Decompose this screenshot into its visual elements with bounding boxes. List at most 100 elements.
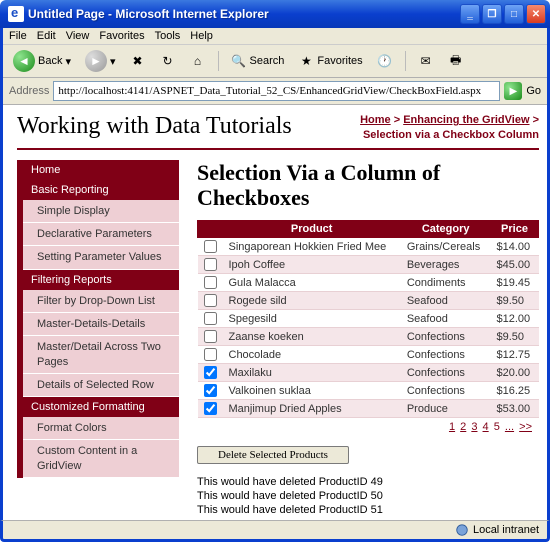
ie-icon xyxy=(8,6,24,22)
nav-item[interactable]: Filter by Drop-Down List xyxy=(23,290,179,313)
close-button[interactable]: ✕ xyxy=(526,4,546,24)
cell-category: Seafood xyxy=(401,310,491,328)
pager-current: 5 xyxy=(494,421,500,433)
dropdown-icon: ▾ xyxy=(65,55,71,68)
cell-product: Gula Malacca xyxy=(223,274,401,292)
grid-pager: 1 2 3 4 5 ... >> xyxy=(197,418,539,436)
site-title: Working with Data Tutorials xyxy=(17,113,292,140)
pager-page[interactable]: 3 xyxy=(471,421,477,433)
pager-page[interactable]: 1 xyxy=(449,421,455,433)
crumb-section[interactable]: Enhancing the GridView xyxy=(403,114,529,126)
forward-icon: ► xyxy=(85,50,107,72)
row-checkbox[interactable] xyxy=(204,330,217,343)
menu-tools[interactable]: Tools xyxy=(155,30,181,42)
cell-category: Confections xyxy=(401,382,491,400)
pager-page[interactable]: 4 xyxy=(483,421,489,433)
address-bar: Address ▶ Go xyxy=(3,78,547,105)
nav-item[interactable]: Custom Content in a GridView xyxy=(23,440,179,478)
breadcrumb: Home > Enhancing the GridView > Selectio… xyxy=(360,113,539,144)
menu-help[interactable]: Help xyxy=(190,30,213,42)
sidebar-nav: HomeBasic ReportingSimple DisplayDeclara… xyxy=(17,160,179,519)
mail-button[interactable]: ✉ xyxy=(414,51,438,71)
row-checkbox[interactable] xyxy=(204,240,217,253)
minimize-button[interactable]: ‗ xyxy=(460,4,480,24)
menu-edit[interactable]: Edit xyxy=(37,30,56,42)
search-button[interactable]: 🔍Search xyxy=(227,51,289,71)
back-button[interactable]: ◄ Back ▾ xyxy=(9,48,75,74)
row-checkbox[interactable] xyxy=(204,276,217,289)
maximize-button[interactable]: □ xyxy=(504,4,524,24)
address-input[interactable] xyxy=(53,81,500,101)
separator xyxy=(405,51,406,71)
crumb-home[interactable]: Home xyxy=(360,114,391,126)
delete-selected-button[interactable]: Delete Selected Products xyxy=(197,446,349,464)
nav-group[interactable]: Home xyxy=(23,160,179,180)
col-checkbox xyxy=(198,221,223,238)
row-checkbox[interactable] xyxy=(204,348,217,361)
table-row: ChocoladeConfections$12.75 xyxy=(198,346,539,364)
status-bar: Local intranet xyxy=(0,520,550,542)
home-button[interactable]: ⌂ xyxy=(186,51,210,71)
col-product: Product xyxy=(223,221,401,238)
cell-product: Spegesild xyxy=(223,310,401,328)
col-price: Price xyxy=(491,221,539,238)
mail-icon: ✉ xyxy=(418,53,434,69)
menu-bar: File Edit View Favorites Tools Help xyxy=(3,28,547,45)
cell-category: Seafood xyxy=(401,292,491,310)
menu-favorites[interactable]: Favorites xyxy=(99,30,144,42)
cell-price: $16.25 xyxy=(491,382,539,400)
print-button[interactable]: 🖶 xyxy=(444,51,468,71)
row-checkbox[interactable] xyxy=(204,294,217,307)
stop-button[interactable]: ✖ xyxy=(126,51,150,71)
cell-price: $45.00 xyxy=(491,256,539,274)
row-checkbox[interactable] xyxy=(204,366,217,379)
cell-price: $12.75 xyxy=(491,346,539,364)
cell-price: $19.45 xyxy=(491,274,539,292)
menu-view[interactable]: View xyxy=(66,30,90,42)
window-titlebar: Untitled Page - Microsoft Internet Explo… xyxy=(0,0,550,28)
cell-product: Manjimup Dried Apples xyxy=(223,400,401,418)
row-checkbox[interactable] xyxy=(204,402,217,415)
home-icon: ⌂ xyxy=(190,53,206,69)
window-title: Untitled Page - Microsoft Internet Explo… xyxy=(28,7,460,21)
pager-page[interactable]: 2 xyxy=(460,421,466,433)
row-checkbox[interactable] xyxy=(204,384,217,397)
row-checkbox[interactable] xyxy=(204,312,217,325)
dropdown-icon: ▾ xyxy=(110,55,116,68)
nav-item[interactable]: Setting Parameter Values xyxy=(23,246,179,269)
table-row: SpegesildSeafood$12.00 xyxy=(198,310,539,328)
nav-group[interactable]: Customized Formatting xyxy=(23,397,179,417)
zone-icon xyxy=(455,523,469,537)
nav-item[interactable]: Format Colors xyxy=(23,417,179,440)
nav-item[interactable]: Master/Detail Across Two Pages xyxy=(23,336,179,374)
nav-item[interactable]: Master-Details-Details xyxy=(23,313,179,336)
nav-item[interactable]: Details of Selected Row xyxy=(23,374,179,397)
crumb-current: Selection via a Checkbox Column xyxy=(363,129,539,141)
menu-file[interactable]: File xyxy=(9,30,27,42)
table-row: Manjimup Dried ApplesProduce$53.00 xyxy=(198,400,539,418)
forward-button[interactable]: ► ▾ xyxy=(81,48,120,74)
nav-item[interactable]: Declarative Parameters xyxy=(23,223,179,246)
pager-more[interactable]: ... xyxy=(505,421,514,433)
stop-icon: ✖ xyxy=(130,53,146,69)
favorites-button[interactable]: ★Favorites xyxy=(294,51,366,71)
nav-item[interactable]: Simple Display xyxy=(23,200,179,223)
refresh-button[interactable]: ↻ xyxy=(156,51,180,71)
cell-price: $9.50 xyxy=(491,328,539,346)
restore-button[interactable]: ❐ xyxy=(482,4,502,24)
cell-product: Maxilaku xyxy=(223,364,401,382)
cell-price: $12.00 xyxy=(491,310,539,328)
go-button[interactable]: ▶ xyxy=(504,82,522,100)
col-category: Category xyxy=(401,221,491,238)
row-checkbox[interactable] xyxy=(204,258,217,271)
nav-group[interactable]: Basic Reporting xyxy=(23,180,179,200)
result-message: This would have deleted ProductID 50 xyxy=(197,490,539,502)
history-button[interactable]: 🕐 xyxy=(373,51,397,71)
zone-label: Local intranet xyxy=(473,524,539,536)
table-row: MaxilakuConfections$20.00 xyxy=(198,364,539,382)
cell-price: $53.00 xyxy=(491,400,539,418)
nav-group[interactable]: Filtering Reports xyxy=(23,270,179,290)
pager-next[interactable]: >> xyxy=(519,421,532,433)
search-label: Search xyxy=(250,55,285,67)
toolbar: ◄ Back ▾ ► ▾ ✖ ↻ ⌂ 🔍Search ★Favorites 🕐 … xyxy=(3,45,547,78)
